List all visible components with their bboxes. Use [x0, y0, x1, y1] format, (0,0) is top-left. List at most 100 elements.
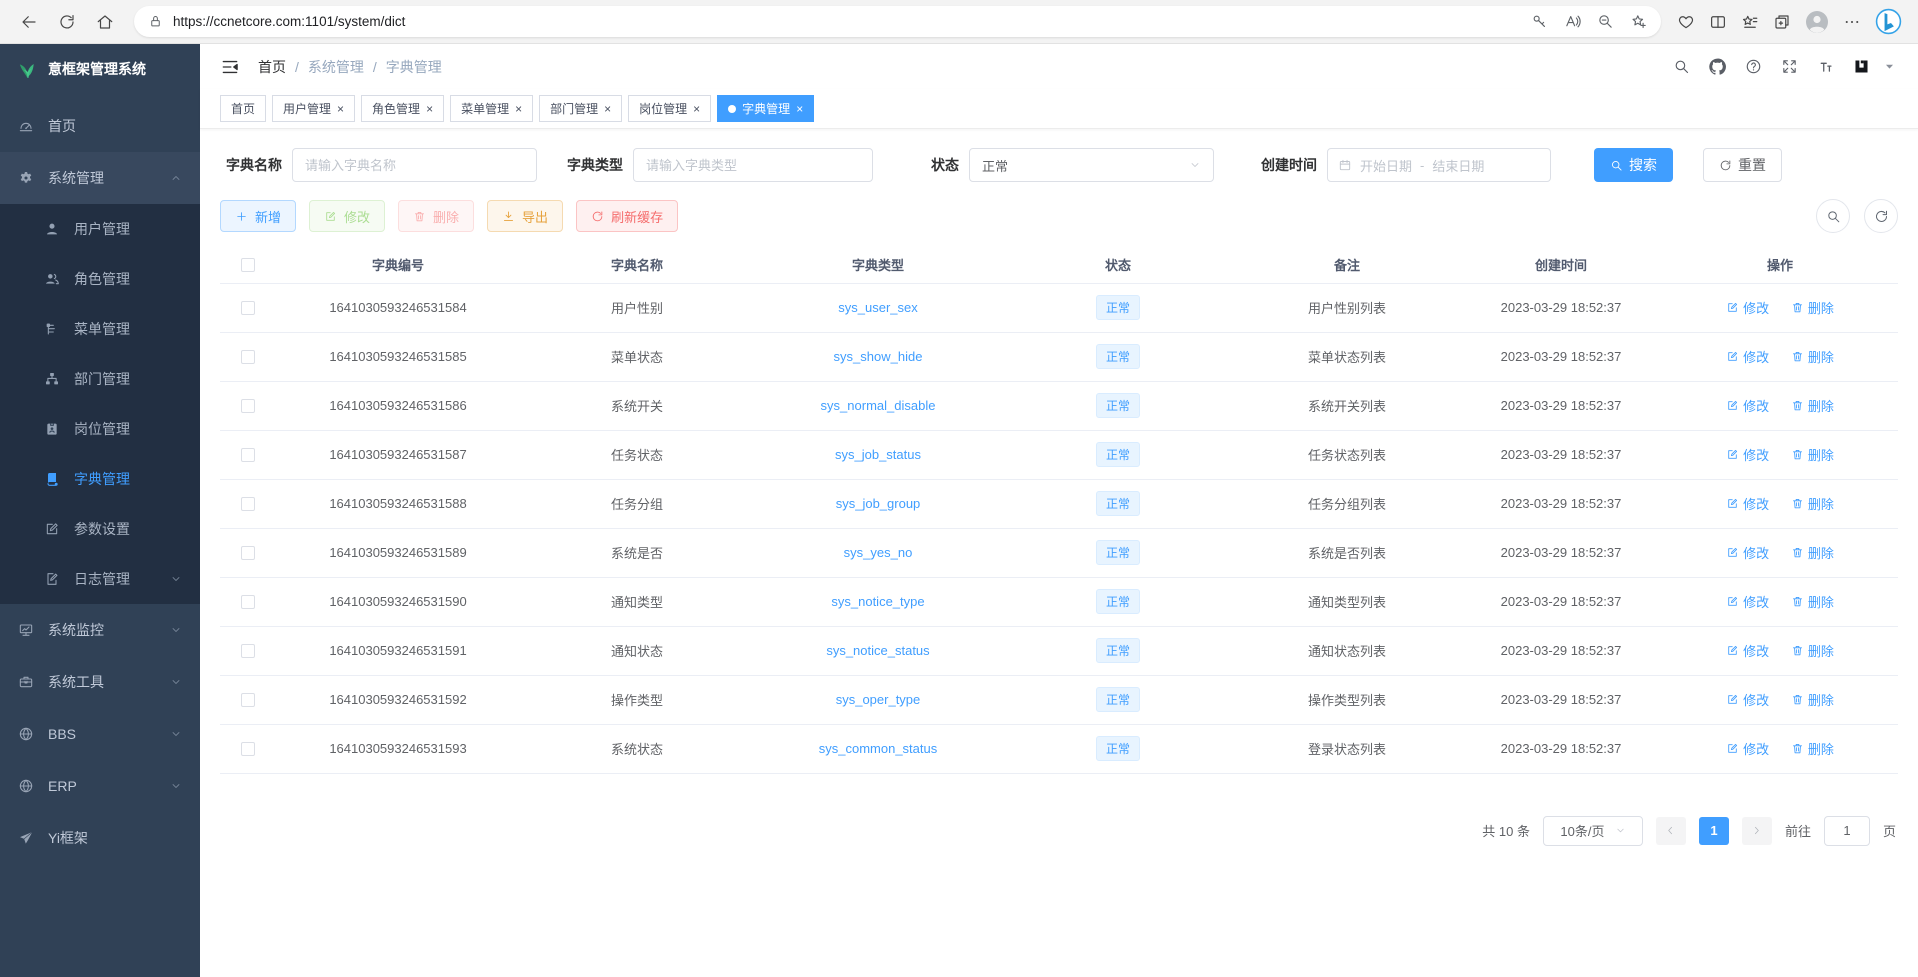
row-checkbox[interactable] [241, 399, 255, 413]
dict-type-link[interactable]: sys_job_status [835, 447, 921, 462]
toggle-search-button[interactable] [1816, 199, 1850, 233]
tag-close-icon[interactable]: × [426, 103, 433, 115]
dict-name-input[interactable] [292, 148, 537, 182]
goto-page-input[interactable] [1824, 816, 1870, 846]
star-plus-icon[interactable] [1630, 13, 1647, 30]
row-checkbox[interactable] [241, 301, 255, 315]
font-size-icon[interactable] [1817, 58, 1834, 75]
breadcrumb-home[interactable]: 首页 [258, 57, 286, 77]
dict-type-link[interactable]: sys_common_status [819, 741, 938, 756]
tag-close-icon[interactable]: × [604, 103, 611, 115]
dict-type-link[interactable]: sys_yes_no [844, 545, 913, 560]
dict-type-link[interactable]: sys_notice_type [831, 594, 924, 609]
dict-type-link[interactable]: sys_user_sex [838, 300, 917, 315]
row-checkbox[interactable] [241, 693, 255, 707]
sidebar-item[interactable]: 菜单管理 [0, 304, 200, 354]
github-icon[interactable] [1709, 58, 1726, 75]
row-edit-link[interactable]: 修改 [1726, 543, 1769, 562]
address-bar[interactable]: https://ccnetcore.com:1101/system/dict [134, 6, 1661, 37]
row-delete-link[interactable]: 删除 [1791, 396, 1834, 415]
question-icon[interactable] [1745, 58, 1762, 75]
select-all-checkbox[interactable] [241, 258, 255, 272]
tag-tab[interactable]: 首页 [220, 95, 266, 122]
search-icon[interactable] [1673, 58, 1690, 75]
tag-tab[interactable]: 角色管理 × [361, 95, 444, 122]
sidebar-item[interactable]: 系统管理 [0, 152, 200, 204]
tag-close-icon[interactable]: × [796, 103, 803, 115]
tag-tab[interactable]: 用户管理 × [272, 95, 355, 122]
row-edit-link[interactable]: 修改 [1726, 641, 1769, 660]
sidebar-item[interactable]: Yi框架 [0, 812, 200, 864]
tag-close-icon[interactable]: × [693, 103, 700, 115]
sidebar-item[interactable]: 首页 [0, 100, 200, 152]
key-icon[interactable] [1531, 13, 1548, 30]
dict-type-link[interactable]: sys_oper_type [836, 692, 921, 707]
sidebar-item[interactable]: 系统工具 [0, 656, 200, 708]
row-checkbox[interactable] [241, 595, 255, 609]
dict-type-link[interactable]: sys_normal_disable [821, 398, 936, 413]
tag-close-icon[interactable]: × [337, 103, 344, 115]
sidebar-item[interactable]: 角色管理 [0, 254, 200, 304]
row-checkbox[interactable] [241, 742, 255, 756]
read-aloud-icon[interactable] [1564, 13, 1581, 30]
refresh-cache-button[interactable]: 刷新缓存 [576, 200, 678, 232]
profile-avatar[interactable] [1805, 10, 1829, 34]
row-delete-link[interactable]: 删除 [1791, 641, 1834, 660]
collapse-sidebar-icon[interactable] [220, 57, 240, 77]
browser-home-button[interactable] [88, 5, 122, 39]
row-edit-link[interactable]: 修改 [1726, 739, 1769, 758]
sidebar-item[interactable]: 日志管理 [0, 554, 200, 604]
bing-icon[interactable] [1875, 8, 1902, 35]
caret-down-icon[interactable] [1881, 58, 1898, 75]
refresh-table-button[interactable] [1864, 199, 1898, 233]
collections-icon[interactable] [1773, 13, 1791, 31]
dict-type-input[interactable] [633, 148, 873, 182]
row-delete-link[interactable]: 删除 [1791, 739, 1834, 758]
tag-tab[interactable]: 岗位管理 × [628, 95, 711, 122]
row-checkbox[interactable] [241, 448, 255, 462]
fullscreen-icon[interactable] [1781, 58, 1798, 75]
row-edit-link[interactable]: 修改 [1726, 347, 1769, 366]
add-button[interactable]: 新增 [220, 200, 296, 232]
row-delete-link[interactable]: 删除 [1791, 298, 1834, 317]
sidebar-item[interactable]: 参数设置 [0, 504, 200, 554]
row-delete-link[interactable]: 删除 [1791, 445, 1834, 464]
status-select[interactable]: 正常 [969, 148, 1214, 182]
browser-back-button[interactable] [12, 5, 46, 39]
row-checkbox[interactable] [241, 350, 255, 364]
row-checkbox[interactable] [241, 546, 255, 560]
user-logo[interactable] [1853, 58, 1870, 75]
more-icon[interactable] [1843, 13, 1861, 31]
dict-type-link[interactable]: sys_job_group [836, 496, 921, 511]
zoom-out-icon[interactable] [1597, 13, 1614, 30]
browser-essentials-icon[interactable] [1677, 13, 1695, 31]
row-edit-link[interactable]: 修改 [1726, 396, 1769, 415]
row-delete-link[interactable]: 删除 [1791, 690, 1834, 709]
sidebar-item[interactable]: 岗位管理 [0, 404, 200, 454]
sidebar-item[interactable]: 系统监控 [0, 604, 200, 656]
row-edit-link[interactable]: 修改 [1726, 298, 1769, 317]
row-edit-link[interactable]: 修改 [1726, 445, 1769, 464]
export-button[interactable]: 导出 [487, 200, 563, 232]
tag-tab[interactable]: 菜单管理 × [450, 95, 533, 122]
row-delete-link[interactable]: 删除 [1791, 494, 1834, 513]
current-page-button[interactable]: 1 [1699, 817, 1729, 845]
tag-tab[interactable]: 部门管理 × [539, 95, 622, 122]
reset-button[interactable]: 重置 [1703, 148, 1782, 182]
row-delete-link[interactable]: 删除 [1791, 543, 1834, 562]
search-button[interactable]: 搜索 [1594, 148, 1673, 182]
favorites-bar-icon[interactable] [1741, 13, 1759, 31]
dict-type-link[interactable]: sys_show_hide [834, 349, 923, 364]
row-edit-link[interactable]: 修改 [1726, 592, 1769, 611]
sidebar-item[interactable]: 用户管理 [0, 204, 200, 254]
row-edit-link[interactable]: 修改 [1726, 494, 1769, 513]
sidebar-item[interactable]: BBS [0, 708, 200, 760]
tag-tab[interactable]: 字典管理 × [717, 95, 814, 122]
dict-type-link[interactable]: sys_notice_status [826, 643, 929, 658]
row-checkbox[interactable] [241, 497, 255, 511]
sidebar-item[interactable]: 字典管理 [0, 454, 200, 504]
date-range-picker[interactable]: 开始日期 - 结束日期 [1327, 148, 1551, 182]
sidebar-item[interactable]: ERP [0, 760, 200, 812]
row-delete-link[interactable]: 删除 [1791, 592, 1834, 611]
browser-refresh-button[interactable] [50, 5, 84, 39]
